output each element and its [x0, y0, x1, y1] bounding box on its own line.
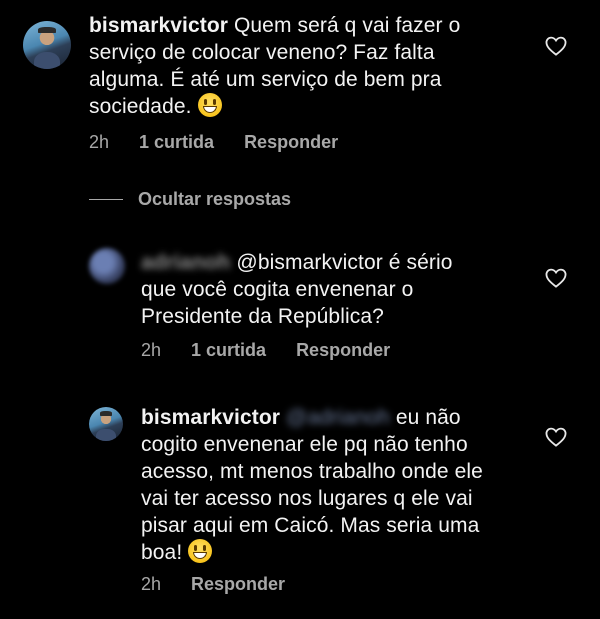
comment-meta: 2h 1 curtida Responder — [89, 132, 338, 153]
avatar[interactable] — [89, 248, 125, 284]
comment-line-1: Quem será q vai fazer o — [233, 14, 461, 37]
reply-line-1: eu não — [395, 406, 461, 429]
reply-line-1: @bismarkvictor é sério — [236, 251, 453, 274]
reply-text: adrianoh @bismarkvictor é sério que você… — [141, 249, 541, 330]
reply-username[interactable]: bismarkvictor — [141, 406, 280, 429]
reply-line-2: cogito envenenar ele pq não tenho — [141, 433, 468, 456]
reply-button[interactable]: Responder — [244, 132, 338, 153]
reply-line-4: vai ter acesso nos lugares q ele vai — [141, 487, 473, 510]
reply-time: 2h — [141, 574, 162, 594]
heart-icon[interactable] — [545, 268, 567, 288]
reply-time: 2h — [141, 340, 162, 360]
reply-likes[interactable]: 1 curtida — [191, 340, 266, 361]
reply-meta: 2h Responder — [141, 574, 285, 595]
reply-button[interactable]: Responder — [191, 574, 285, 595]
avatar[interactable] — [89, 407, 123, 441]
grinning-face-emoji-icon — [197, 93, 222, 117]
grinning-face-emoji-icon — [188, 539, 213, 563]
reply-line-2: que você cogita envenenar o — [141, 278, 414, 301]
comment-username[interactable]: bismarkvictor — [89, 14, 228, 37]
comment-line-2: serviço de colocar veneno? Faz falta — [89, 41, 435, 64]
hide-replies-label: Ocultar respostas — [138, 189, 292, 209]
comment-time: 2h — [89, 132, 110, 152]
comment-line-4: sociedade. — [89, 95, 192, 118]
comment-line-3: alguma. É até um serviço de bem pra — [89, 68, 442, 91]
divider-line — [89, 198, 123, 201]
hide-replies-toggle[interactable]: Ocultar respostas — [89, 189, 291, 210]
reply-meta: 2h 1 curtida Responder — [141, 340, 390, 361]
heart-icon[interactable] — [545, 36, 567, 56]
comment-likes[interactable]: 1 curtida — [139, 132, 214, 153]
reply-mention[interactable]: @adrianoh — [286, 406, 390, 429]
comment-text: bismarkvictor Quem será q vai fazer o se… — [89, 12, 549, 120]
reply-text: bismarkvictor @adrianoh eu não cogito en… — [141, 404, 541, 566]
reply-button[interactable]: Responder — [296, 340, 390, 361]
heart-icon[interactable] — [545, 427, 567, 447]
reply-line-6: boa! — [141, 541, 183, 564]
reply-username[interactable]: adrianoh — [141, 251, 230, 274]
reply-line-5: pisar aqui em Caicó. Mas seria uma — [141, 514, 480, 537]
avatar[interactable] — [23, 21, 71, 69]
reply-line-3: acesso, mt menos trabalho onde ele — [141, 460, 483, 483]
reply-line-3: Presidente da República? — [141, 305, 384, 328]
